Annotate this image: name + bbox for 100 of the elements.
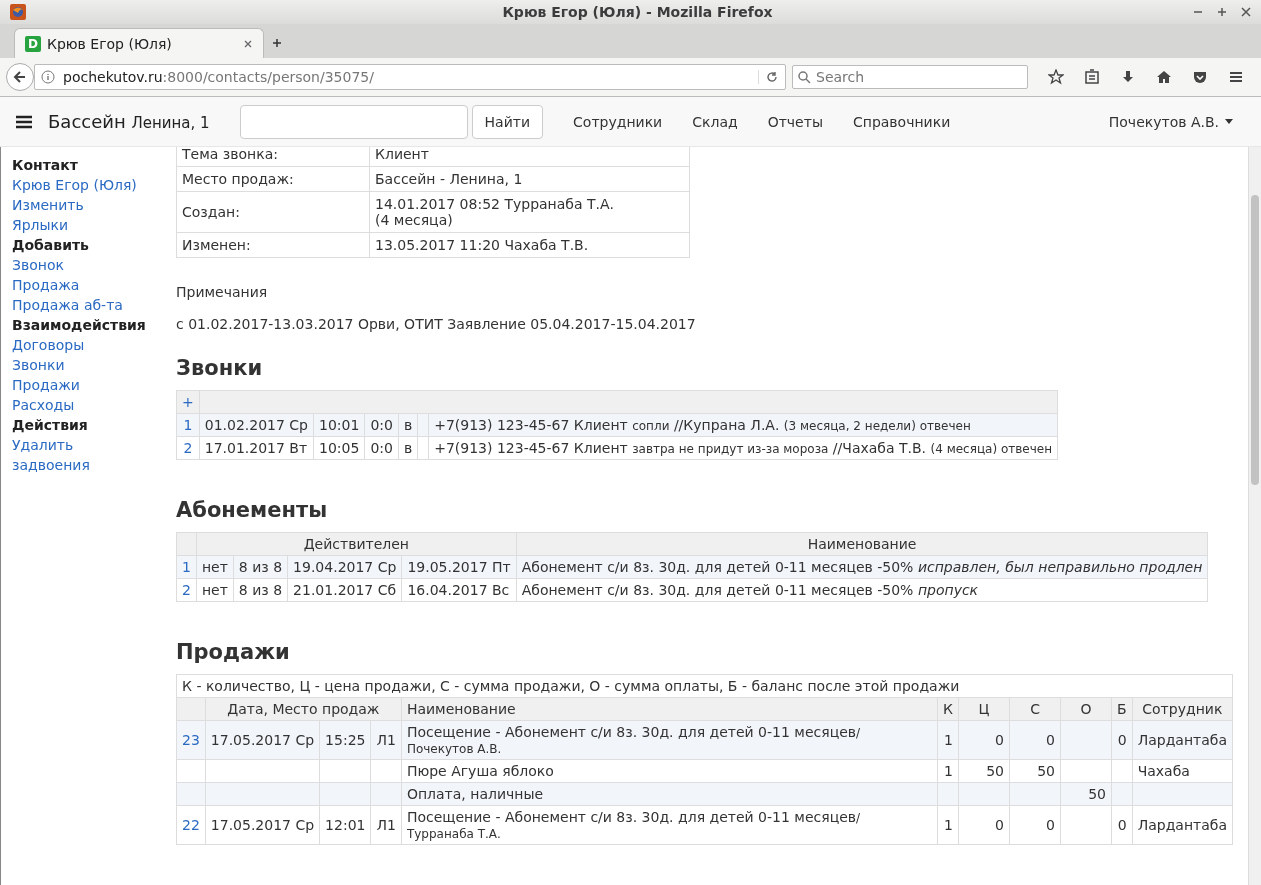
column-header: Дата, Место продаж bbox=[205, 697, 402, 721]
sidebar-link[interactable]: Крюв Егор (Юля) bbox=[12, 175, 137, 195]
nav-link[interactable]: Склад bbox=[677, 113, 753, 130]
table-cell: +7(913) 123-45-67 Клиент завтра не придут из-за мороза //Чахаба Т.В. (4 месяца) отвечен bbox=[428, 436, 1058, 460]
close-icon[interactable] bbox=[1241, 7, 1251, 17]
table-cell: в bbox=[398, 436, 418, 460]
table-cell: 19.05.2017 Пт bbox=[401, 555, 517, 579]
sidebar-link[interactable]: Продажа аб-та bbox=[12, 295, 123, 315]
sidebar-heading: Контакт bbox=[12, 156, 79, 175]
column-header: Наименование bbox=[516, 532, 1208, 556]
back-button[interactable] bbox=[6, 63, 34, 91]
table-cell: 01.02.2017 Ср bbox=[199, 413, 314, 437]
sidebar-link[interactable]: Договоры bbox=[12, 335, 85, 355]
table-cell: 0 bbox=[995, 817, 1005, 833]
column-header: Действителен bbox=[196, 532, 517, 556]
search-icon bbox=[797, 70, 811, 84]
sidebar-heading: Взаимодействия bbox=[12, 316, 147, 335]
scrollbar[interactable] bbox=[1248, 147, 1261, 885]
reading-list-icon[interactable] bbox=[1084, 69, 1100, 85]
table-cell: 50 bbox=[986, 763, 1005, 779]
nav-link[interactable]: Справочники bbox=[837, 113, 966, 130]
table-cell: 15:25 bbox=[325, 732, 366, 748]
table-cell: Лардантаба bbox=[1137, 732, 1227, 748]
favicon: D bbox=[25, 35, 41, 52]
table-cell: Создан: bbox=[176, 191, 370, 233]
nav-link[interactable]: Отчеты bbox=[752, 113, 838, 130]
table-cell: 8 из 8 bbox=[233, 578, 288, 602]
table-cell: 17.01.2017 Вт bbox=[199, 436, 314, 460]
table-cell: Л1 bbox=[376, 817, 396, 833]
table-cell: 50 bbox=[1088, 786, 1107, 802]
table-cell: 16.04.2017 Вс bbox=[401, 578, 517, 602]
table-cell: Изменен: bbox=[176, 232, 370, 258]
sidebar-link[interactable]: Изменить bbox=[12, 195, 84, 215]
table-cell: Абонемент с/и 8з. 30д. для детей 0-11 месяцев -50% пропуск bbox=[516, 578, 1208, 602]
table-cell-text: Посещение - Абонемент с/и 8з. 30д. для детей 0-11 месяцев/Турранаба Т.А. bbox=[406, 809, 862, 841]
section-title: Продажи bbox=[176, 640, 291, 664]
sidebar-link[interactable]: Продажи bbox=[12, 375, 80, 395]
sidebar-heading: Добавить bbox=[12, 236, 90, 255]
table-cell: 17.05.2017 Ср bbox=[210, 732, 315, 748]
section-title: Звонки bbox=[176, 356, 264, 380]
caret-icon bbox=[1225, 119, 1233, 124]
table-cell: 21.01.2017 Сб bbox=[287, 578, 402, 602]
firefox-icon bbox=[10, 4, 26, 20]
sidebar-link[interactable]: Продажа bbox=[12, 275, 80, 295]
table-cell: Тема звонка: bbox=[176, 147, 370, 167]
browser-tab[interactable]: D Крюв Егор (Юля) bbox=[14, 28, 264, 58]
table-cell: Л1 bbox=[376, 732, 396, 748]
home-icon[interactable] bbox=[1156, 69, 1172, 85]
info-icon bbox=[41, 70, 55, 84]
find-button[interactable]: Найти bbox=[471, 104, 544, 139]
table-cell-text: Пюре Агуша яблоко bbox=[406, 763, 555, 779]
sidebar-link[interactable]: Удалить bbox=[12, 435, 74, 455]
notes-text: с 01.02.2017-13.03.2017 Орви, ОТИТ Заявление 05.04.2017-15.04.2017 bbox=[176, 316, 697, 332]
brand-title[interactable]: Бассейн Ленина, 1 bbox=[48, 111, 210, 132]
column-header: Наименование bbox=[401, 697, 938, 721]
sidebar-link[interactable]: Звонки bbox=[12, 355, 65, 375]
nav-link[interactable]: Сотрудники bbox=[558, 113, 678, 130]
url-text: pochekutov.ru:8000/contacts/person/35075/ bbox=[63, 69, 374, 85]
search-field[interactable]: Search bbox=[792, 65, 1028, 89]
table-cell: 50 bbox=[1037, 763, 1056, 779]
table-cell-text: Оплата, наличные bbox=[406, 786, 545, 802]
sidebar-link[interactable]: задвоения bbox=[12, 455, 90, 475]
table-cell-text: Посещение - Абонемент с/и 8з. 30д. для детей 0-11 месяцев/Почекутов А.В. bbox=[406, 724, 862, 756]
table-cell: Абонемент с/и 8з. 30д. для детей 0-11 месяцев -50% исправлен, был неправильно продлен bbox=[516, 555, 1208, 579]
table-cell: 1 bbox=[944, 763, 954, 779]
table-cell: 0 bbox=[1046, 817, 1056, 833]
table-cell: 0 bbox=[1117, 817, 1127, 833]
table-cell: 14.01.2017 08:52 Турранаба Т.А. (4 месяца) bbox=[369, 191, 690, 233]
table-cell: 0 bbox=[1117, 732, 1127, 748]
sidebar-link[interactable]: Звонок bbox=[12, 255, 64, 275]
search-field[interactable] bbox=[239, 104, 468, 139]
bookmark-star-icon[interactable] bbox=[1048, 69, 1064, 85]
table-cell: 1 bbox=[944, 817, 954, 833]
back-arrow-icon bbox=[12, 69, 28, 85]
sidebar-link[interactable]: Расходы bbox=[12, 395, 75, 415]
close-icon[interactable] bbox=[243, 38, 253, 49]
table-cell: 19.04.2017 Ср bbox=[287, 555, 402, 579]
table-cell: Бассейн - Ленина, 1 bbox=[369, 166, 690, 192]
table-cell: 0:0 bbox=[364, 436, 399, 460]
table-cell: 10:05 bbox=[313, 436, 365, 460]
table-cell: 13.05.2017 11:20 Чахаба Т.В. bbox=[369, 232, 690, 258]
sidebar-heading: Действия bbox=[12, 416, 89, 435]
table-cell: 0 bbox=[995, 732, 1005, 748]
window-title: Крюв Егор (Юля) - Mozilla Firefox bbox=[502, 4, 773, 20]
maximize-icon[interactable] bbox=[1217, 7, 1227, 17]
table-cell: 17.05.2017 Ср bbox=[210, 817, 315, 833]
new-tab-icon[interactable] bbox=[272, 38, 282, 48]
sidebar-link[interactable]: Ярлыки bbox=[12, 215, 69, 235]
table-cell: Место продаж: bbox=[176, 166, 370, 192]
table-cell: Чахаба bbox=[1137, 763, 1190, 779]
reload-icon[interactable] bbox=[758, 70, 779, 84]
section-title: Абонементы bbox=[176, 498, 329, 522]
table-cell: 0 bbox=[1046, 732, 1056, 748]
user-menu[interactable]: Почекутов А.В. bbox=[1093, 113, 1245, 130]
notes-title: Примечания bbox=[176, 284, 269, 300]
pocket-icon[interactable] bbox=[1192, 69, 1208, 85]
table-cell: Лардантаба bbox=[1137, 817, 1227, 833]
menu-icon[interactable] bbox=[1228, 69, 1244, 85]
address-bar[interactable]: pochekutov.ru:8000/contacts/person/35075/ bbox=[34, 64, 786, 90]
menu-icon[interactable] bbox=[16, 114, 32, 129]
